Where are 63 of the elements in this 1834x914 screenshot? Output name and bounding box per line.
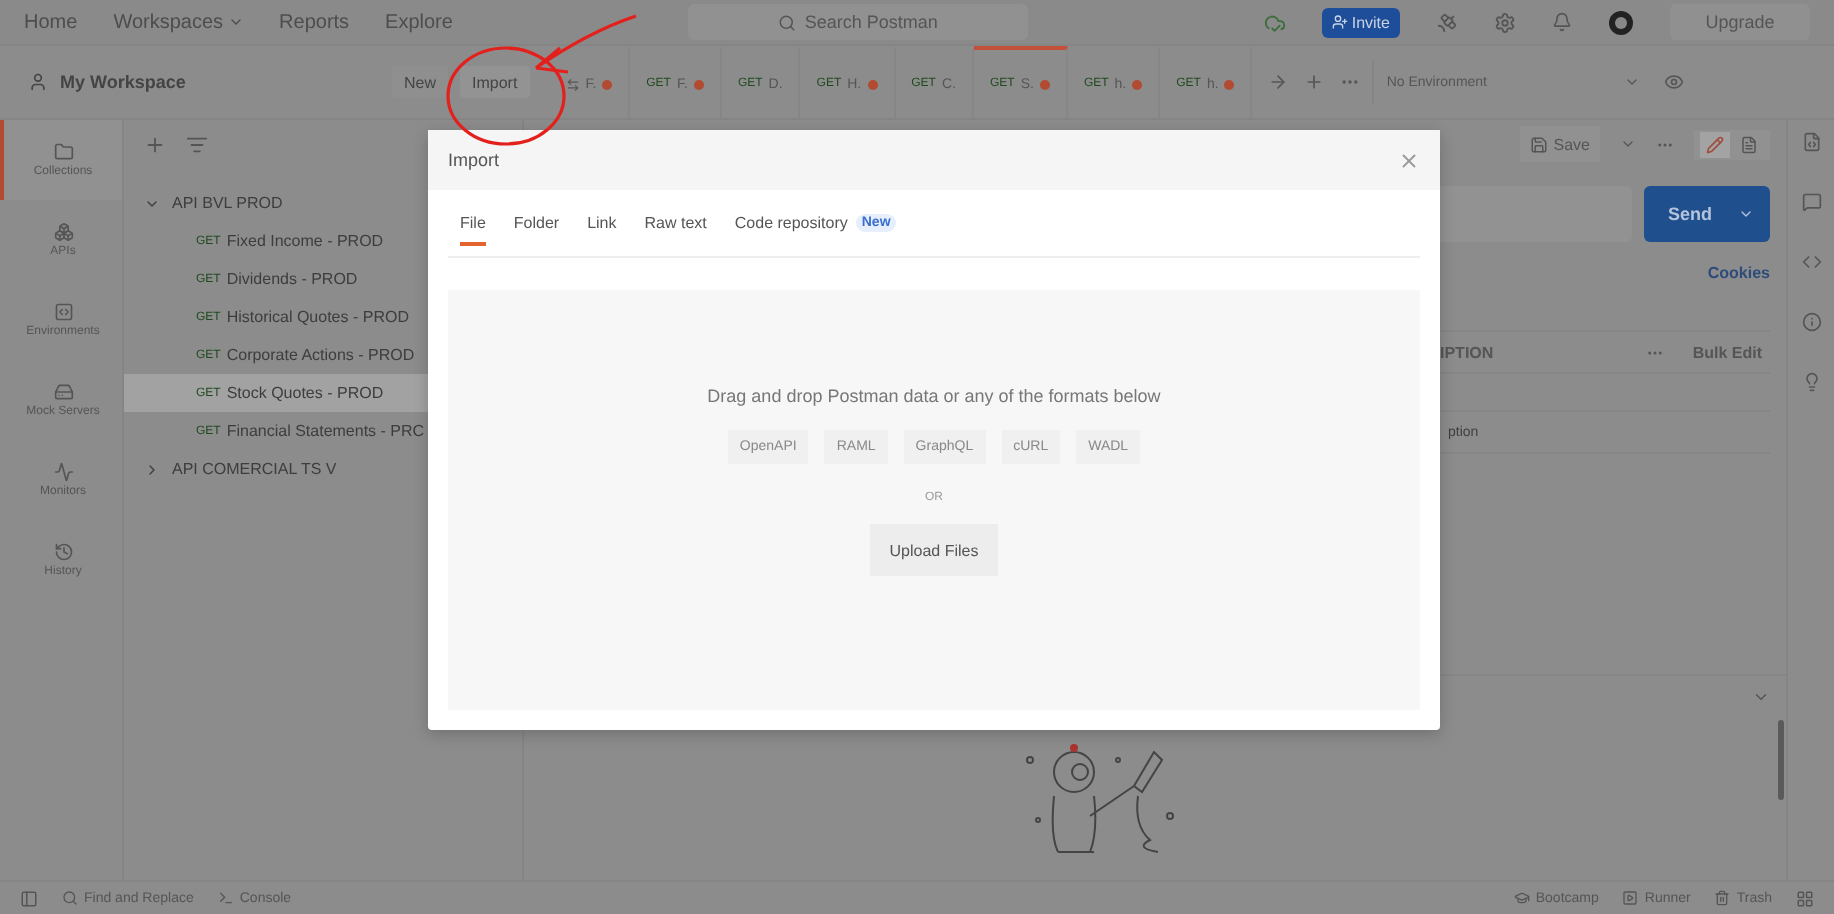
dialog-tab[interactable]: Link xyxy=(587,214,617,246)
cloud-icon[interactable] xyxy=(1263,11,1286,33)
chevron-down-icon xyxy=(227,14,244,30)
invite-button[interactable]: Invite xyxy=(1321,7,1400,37)
user-icon xyxy=(28,72,48,92)
info-icon[interactable] xyxy=(1801,312,1821,332)
import-button[interactable]: Import xyxy=(460,66,530,98)
drop-instructions: Drag and drop Postman data or any of the formats below xyxy=(707,386,1161,406)
environment-icon xyxy=(53,302,73,322)
play-icon xyxy=(1622,890,1639,906)
sidebar-toggle-icon[interactable] xyxy=(20,889,38,907)
nav-link[interactable]: Explore xyxy=(385,11,453,33)
document-icon[interactable] xyxy=(1801,132,1821,152)
search-icon xyxy=(778,13,797,31)
chevron-down-icon[interactable] xyxy=(1620,136,1636,152)
trash-icon xyxy=(1714,890,1731,906)
satellite-icon[interactable] xyxy=(1435,11,1458,33)
arrow-right-icon[interactable] xyxy=(1268,72,1289,92)
dialog-tab[interactable]: Folder xyxy=(513,214,560,246)
grid-icon[interactable] xyxy=(1796,889,1814,907)
settings-icon[interactable] xyxy=(1493,11,1516,33)
terminal-icon xyxy=(217,890,234,906)
dialog-title: Import xyxy=(448,150,500,170)
filter-icon[interactable] xyxy=(186,133,208,155)
lightbulb-icon[interactable] xyxy=(1801,372,1821,392)
document-icon xyxy=(1740,135,1758,153)
annotation-circle xyxy=(444,44,568,148)
upload-files-button[interactable]: Upload Files xyxy=(869,524,999,576)
send-button[interactable]: Send xyxy=(1644,186,1770,242)
bell-icon[interactable] xyxy=(1551,12,1572,32)
save-button[interactable]: Save xyxy=(1519,126,1600,162)
user-plus-icon xyxy=(1331,14,1348,30)
upgrade-button[interactable]: Upgrade xyxy=(1669,4,1810,40)
monitor-icon xyxy=(53,462,73,482)
eye-icon[interactable] xyxy=(1664,72,1685,92)
chevron-down-icon xyxy=(1738,206,1754,222)
server-icon xyxy=(53,382,73,402)
graduation-cap-icon xyxy=(1513,890,1530,906)
avatar-icon[interactable] xyxy=(1607,9,1634,35)
comment-icon[interactable] xyxy=(1801,192,1821,212)
search-field[interactable]: Search Postman xyxy=(688,4,1029,40)
pencil-button[interactable] xyxy=(1700,131,1730,157)
dialog-tab[interactable]: File xyxy=(460,214,486,246)
boxes-icon xyxy=(53,222,73,242)
cookies-link[interactable]: Cookies xyxy=(1707,264,1770,282)
plus-icon[interactable] xyxy=(1304,72,1325,92)
history-icon xyxy=(53,542,73,562)
nav-link[interactable]: Home xyxy=(24,11,78,33)
chevron-right-icon xyxy=(144,461,160,477)
nav-link[interactable]: Reports xyxy=(279,11,350,33)
folder-icon xyxy=(53,142,73,162)
chevron-down-icon[interactable] xyxy=(1752,688,1770,706)
nav-link[interactable]: Workspaces xyxy=(113,11,244,33)
save-icon xyxy=(1529,135,1548,153)
workspace-name[interactable]: My Workspace xyxy=(60,72,186,92)
dialog-tab[interactable]: Raw text xyxy=(644,214,707,246)
code-icon[interactable] xyxy=(1801,252,1821,272)
scrollbar[interactable] xyxy=(1778,720,1784,800)
plus-icon[interactable] xyxy=(144,133,166,155)
search-icon xyxy=(62,890,78,906)
close-icon[interactable] xyxy=(1398,149,1420,171)
pencil-icon xyxy=(1706,135,1724,153)
chevron-down-icon xyxy=(1624,74,1641,90)
